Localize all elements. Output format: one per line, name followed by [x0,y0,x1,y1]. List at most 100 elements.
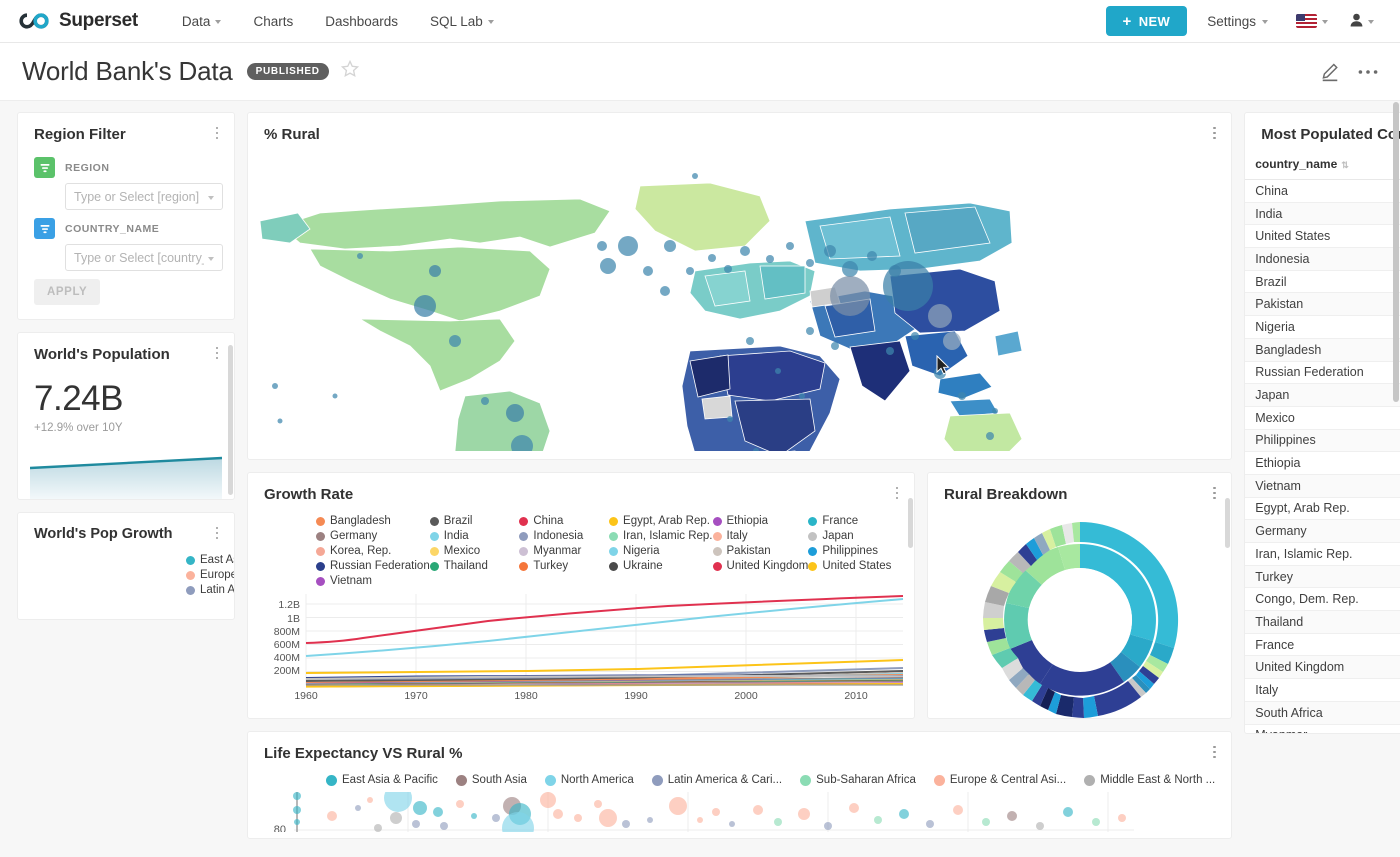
legend-item[interactable]: Egypt, Arab Rep. [609,515,712,527]
world-population-menu-icon[interactable] [210,345,224,361]
growth-rate-chart[interactable]: 1.2B 1B 800M 600M 400M 200M [248,593,914,708]
legend-item[interactable]: United Kingdom [713,560,809,572]
legend-item[interactable]: Ukraine [609,560,712,572]
legend-item[interactable]: Germany [316,530,430,542]
nav-item-data[interactable]: Data [166,0,238,43]
table-row[interactable]: Iran, Islamic Rep.78.1M [1245,543,1400,566]
table-row[interactable]: United States319M [1245,225,1400,248]
dashboard-grid: Region Filter REGION Type or Select [reg… [0,101,1400,850]
table-row[interactable]: Nigeria177M [1245,316,1400,339]
legend-item[interactable]: Sub-Saharan Africa [800,774,916,786]
rural-map-menu-icon[interactable] [1207,125,1221,141]
legend-item[interactable]: Myanmar [519,545,609,557]
legend-item[interactable]: North America [545,774,634,786]
table-row[interactable]: Philippines99.1M [1245,429,1400,452]
nav-item-charts[interactable]: Charts [237,0,309,43]
legend-item[interactable]: Vietnam [316,575,430,587]
edit-pencil-icon[interactable] [1320,62,1340,82]
table-row[interactable]: Ethiopia97M [1245,452,1400,475]
legend-item[interactable]: Japan [808,530,898,542]
table-row[interactable]: Thailand67.7M [1245,611,1400,634]
legend-item[interactable]: Europe & Central Asi... [186,569,234,581]
language-selector[interactable] [1288,14,1336,28]
settings-menu[interactable]: Settings [1193,14,1282,29]
rural-breakdown-scrollbar[interactable] [1225,498,1230,548]
legend-item[interactable]: Latin America & Cari... [186,584,234,596]
card-scrollbar[interactable] [228,345,233,495]
page-scrollbar[interactable] [1393,102,1399,402]
apply-button[interactable]: APPLY [34,279,100,305]
user-menu[interactable] [1342,13,1382,30]
legend-item[interactable]: Russian Federation [316,560,430,572]
new-button[interactable]: + NEW [1106,6,1188,36]
rural-breakdown-menu-icon[interactable] [1207,485,1221,501]
legend-item[interactable]: Turkey [519,560,609,572]
legend-item[interactable]: East Asia & Pacific [186,554,234,566]
table-row[interactable]: Congo, Dem. Rep.74.9M [1245,588,1400,611]
table-row[interactable]: United Kingdom64.5M [1245,656,1400,679]
table-row[interactable]: China1.36B [1245,180,1400,203]
chevron-down-icon [208,196,214,200]
life-expectancy-menu-icon[interactable] [1207,744,1221,760]
legend-item[interactable]: Mexico [430,545,520,557]
legend-item[interactable]: Ethiopia [713,515,809,527]
table-row[interactable]: Bangladesh159M [1245,338,1400,361]
legend-item[interactable]: United States [808,560,898,572]
pop-growth-legend: East Asia & Pacific South Asia Europe & … [18,550,234,602]
col-header-country-name[interactable]: country_name⇅ [1245,151,1400,180]
rural-breakdown-chart[interactable] [928,511,1231,718]
legend-item[interactable]: Middle East & North ... [1084,774,1215,786]
legend-item[interactable]: India [430,530,520,542]
table-row[interactable]: Brazil206M [1245,270,1400,293]
status-badge[interactable]: PUBLISHED [247,63,329,80]
table-row[interactable]: Japan127M [1245,384,1400,407]
region-select-input[interactable]: Type or Select [region] [65,183,223,210]
world-map[interactable] [250,151,1229,451]
page-title: World Bank's Data [22,56,233,87]
country-name-select-input[interactable]: Type or Select [country_name] [65,244,223,271]
table-row[interactable]: Italy61.3M [1245,679,1400,702]
legend-item[interactable]: France [808,515,898,527]
legend-item[interactable]: Thailand [430,560,520,572]
legend-item[interactable]: Iran, Islamic Rep. [609,530,712,542]
nav-item-sql-lab[interactable]: SQL Lab [414,0,510,43]
table-row[interactable]: Turkey75.9M [1245,565,1400,588]
legend-item[interactable]: Pakistan [713,545,809,557]
legend-item[interactable]: Philippines [808,545,898,557]
growth-rate-scrollbar[interactable] [908,498,913,548]
favorite-star-icon[interactable] [341,60,359,84]
x-axis-labels: 1960 1970 1980 1990 2000 2010 [294,690,868,702]
table-row[interactable]: Mexico125M [1245,406,1400,429]
table-row[interactable]: Myanmar53.4M [1245,724,1400,733]
table-row[interactable]: South Africa54M [1245,701,1400,724]
legend-item[interactable]: East Asia & Pacific [326,774,438,786]
legend-item[interactable]: China [519,515,609,527]
table-row[interactable]: Egypt, Arab Rep.89.6M [1245,497,1400,520]
infinity-logo-icon [18,12,50,30]
table-row[interactable]: Russian Federation144M [1245,361,1400,384]
legend-item[interactable]: Italy [713,530,809,542]
legend-item[interactable]: Indonesia [519,530,609,542]
table-row[interactable]: Pakistan185M [1245,293,1400,316]
table-row[interactable]: India1.3B [1245,202,1400,225]
life-expectancy-chart[interactable]: 80 [248,792,1231,832]
region-filter-menu-icon[interactable] [210,125,224,141]
table-row[interactable]: Germany80.9M [1245,520,1400,543]
table-row[interactable]: Vietnam90.7M [1245,474,1400,497]
legend-item[interactable]: South Asia [456,774,527,786]
superset-logo[interactable]: Superset [18,10,138,32]
nav-item-dashboards[interactable]: Dashboards [309,0,414,43]
legend-item[interactable]: Nigeria [609,545,712,557]
growth-rate-menu-icon[interactable] [890,485,904,501]
more-horizontal-icon[interactable] [1358,69,1378,75]
legend-item[interactable]: Korea, Rep. [316,545,430,557]
table-row[interactable]: France66.2M [1245,633,1400,656]
legend-swatch [808,547,817,556]
cell-country-name: Pakistan [1245,293,1400,316]
legend-item[interactable]: Brazil [430,515,520,527]
legend-item[interactable]: Europe & Central Asi... [934,774,1066,786]
table-row[interactable]: Indonesia254M [1245,248,1400,271]
pop-growth-menu-icon[interactable] [210,525,224,541]
legend-item[interactable]: Bangladesh [316,515,430,527]
legend-item[interactable]: Latin America & Cari... [652,774,782,786]
